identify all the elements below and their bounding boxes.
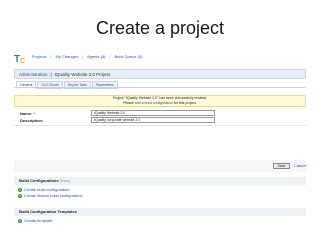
name-row: Name: * tQuality Website 2.0: [14, 110, 306, 117]
description-row: Description: tQuality corporate website …: [14, 117, 306, 124]
nav-separator: |: [109, 54, 111, 59]
build-configurations-title: Build Configurations: [19, 178, 59, 183]
add-icon: +: [18, 192, 22, 198]
teamcity-logo-icon[interactable]: T C: [13, 51, 27, 65]
add-icon: +: [18, 186, 22, 192]
nav-my-changes[interactable]: My Changes: [56, 54, 78, 59]
breadcrumb-project: tQuality Website 2.0 Project: [54, 71, 111, 77]
success-message: Project "tQuality Website 2.0" has been …: [14, 95, 306, 107]
save-bar: [14, 160, 306, 172]
name-input[interactable]: tQuality Website 2.0: [91, 110, 215, 116]
link-label[interactable]: Create build configuration: [24, 187, 70, 192]
success-message-line: Please add a build configuration for thi…: [15, 101, 305, 106]
tab-divider: [14, 87, 306, 88]
nav-separator: |: [50, 54, 52, 59]
description-label: Description:: [20, 118, 44, 123]
templates-title: Build Configuration Templates: [19, 209, 77, 214]
create-build-configuration-link[interactable]: + Create build configuration: [18, 187, 70, 192]
message-suffix: for this project.: [173, 101, 197, 105]
name-label: Name: *: [20, 111, 35, 116]
save-button[interactable]: Save: [273, 163, 290, 169]
breadcrumb-administration[interactable]: Administration: [19, 72, 48, 77]
breadcrumb-separator: |: [50, 71, 52, 77]
message-prefix: Please: [123, 101, 134, 105]
create-maven-build-configuration-link[interactable]: + Create Maven build configuration: [18, 193, 83, 198]
form-divider: [14, 125, 306, 126]
name-label-text: Name:: [20, 111, 33, 116]
link-label[interactable]: Create template: [24, 218, 52, 223]
nav-separator: |: [81, 54, 84, 59]
slide-title: Create a project: [95, 18, 225, 38]
add-build-configuration-link[interactable]: add a build configuration: [135, 101, 173, 105]
description-input[interactable]: tQuality corporate website 2.0: [91, 117, 215, 123]
templates-header: Build Configuration Templates: [14, 208, 306, 216]
top-navigation: Projects | My Changes | Agents (6) | Bui…: [32, 54, 143, 59]
teamcity-screenshot: T C Projects | My Changes | Agents (6) |…: [12, 50, 308, 236]
create-template-link[interactable]: + Create template: [18, 218, 52, 223]
required-mark: *: [33, 111, 35, 116]
build-configurations-header: Build Configurations (show): [14, 177, 306, 185]
nav-build-queue[interactable]: Build Queue (0): [115, 54, 143, 59]
svg-text:C: C: [20, 58, 25, 65]
nav-agents[interactable]: Agents (6): [87, 54, 105, 59]
add-icon: +: [18, 217, 22, 223]
link-label[interactable]: Create Maven build configuration: [24, 193, 83, 198]
breadcrumb: Administration | tQuality Website 2.0 Pr…: [14, 69, 306, 79]
nav-projects[interactable]: Projects: [32, 54, 46, 59]
cancel-link[interactable]: Cancel: [294, 163, 306, 168]
build-configurations-hint[interactable]: (show): [60, 179, 71, 183]
